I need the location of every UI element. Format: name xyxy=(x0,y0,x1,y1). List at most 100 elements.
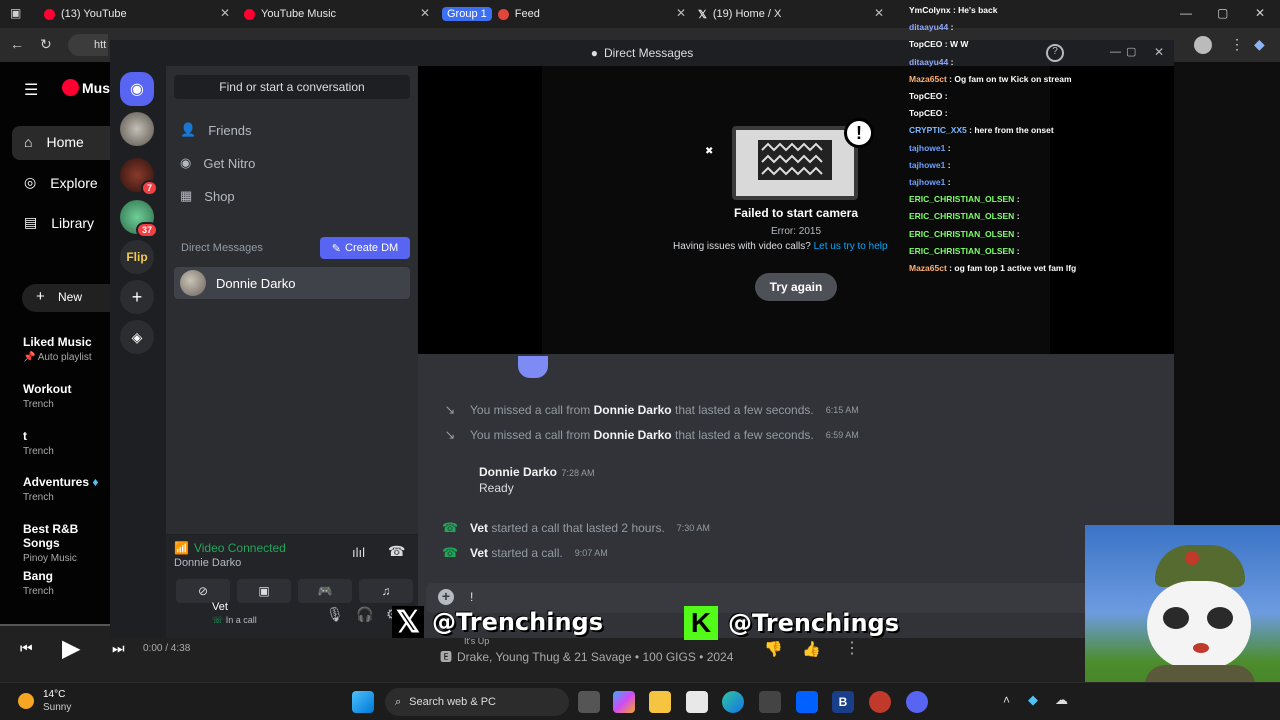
task-view-icon[interactable] xyxy=(578,691,600,713)
nav-home[interactable]: ⌂ Home xyxy=(24,134,84,150)
close-tab-icon[interactable]: ✕ xyxy=(676,6,686,20)
tab-actions-icon[interactable]: ▣ xyxy=(10,6,21,20)
app-icon[interactable] xyxy=(759,691,781,713)
server-icon[interactable]: 37 xyxy=(120,200,158,238)
windows-start-icon[interactable] xyxy=(352,691,374,713)
close-tab-icon[interactable]: ✕ xyxy=(220,6,230,20)
nav-explore[interactable]: ◎ Explore xyxy=(24,174,98,191)
taskbar-search[interactable]: ⌕ Search web & PC xyxy=(385,688,569,716)
onedrive-icon[interactable]: ☁ xyxy=(1055,692,1068,708)
previous-track-icon[interactable]: ⏮ xyxy=(20,640,33,657)
noise-suppression-icon[interactable]: ılıl xyxy=(352,545,365,560)
back-icon[interactable]: ← xyxy=(10,36,24,52)
minimize-icon[interactable]: — xyxy=(1110,46,1121,58)
close-icon[interactable]: ✕ xyxy=(1154,45,1164,59)
close-tab-icon[interactable]: ✕ xyxy=(420,6,430,20)
nav-shop[interactable]: ▦ Shop xyxy=(180,188,235,204)
weather-sun-icon[interactable] xyxy=(18,693,34,709)
discord-home-icon[interactable]: ◉ xyxy=(120,72,154,106)
reload-icon[interactable]: ↻ xyxy=(40,36,52,53)
more-options-icon[interactable]: ⋮ xyxy=(844,638,860,658)
help-icon[interactable]: ? xyxy=(1046,44,1064,62)
copilot-icon[interactable]: ◆ xyxy=(1254,36,1265,53)
chat-separator: : xyxy=(1014,228,1020,239)
app-icon[interactable] xyxy=(869,691,891,713)
browser-tab-bar: ▣ (13) YouTube ✕ YouTube Music ✕ Group 1… xyxy=(0,0,1280,28)
microphone-icon[interactable]: 🎙 xyxy=(326,606,344,623)
activity-button[interactable]: 🎮 xyxy=(298,579,352,603)
headphones-icon[interactable]: 🎧 xyxy=(356,606,373,623)
server-icon[interactable] xyxy=(120,112,154,146)
chat-username: ERIC_CHRISTIAN_OLSEN xyxy=(909,228,1015,239)
close-tab-icon[interactable]: ✕ xyxy=(874,6,884,20)
profile-avatar[interactable] xyxy=(1194,36,1212,54)
hamburger-menu-icon[interactable]: ☰ xyxy=(24,80,38,100)
tray-app-icon[interactable]: ◆ xyxy=(1028,692,1038,708)
stream-chat-line: TopCEO : xyxy=(909,91,948,101)
next-track-icon[interactable]: ⏭ xyxy=(112,640,125,657)
tray-chevron-icon[interactable]: ˄ xyxy=(1003,693,1010,707)
new-playlist-button[interactable]: + New xyxy=(22,284,122,312)
voice-status[interactable]: 📶 Video Connected xyxy=(174,541,286,555)
playlist-item[interactable]: Bang Trench xyxy=(23,569,54,597)
server-icon[interactable]: 7 xyxy=(120,158,158,196)
artist-text[interactable]: Drake, Young Thug & 21 Savage • 100 GIGS… xyxy=(457,650,733,664)
discover-icon[interactable]: ◈ xyxy=(120,320,154,354)
copilot-icon[interactable] xyxy=(613,691,635,713)
message-author[interactable]: Donnie Darko xyxy=(479,465,557,479)
help-link[interactable]: Let us try to help xyxy=(814,241,888,252)
msg-user[interactable]: Donnie Darko xyxy=(594,428,672,442)
weather-temp: 14°C xyxy=(43,689,66,700)
playlist-item[interactable]: Adventures ♦ Trench xyxy=(23,475,99,503)
dm-item-donnie-darko[interactable]: Donnie Darko xyxy=(174,267,410,299)
discord-title-bar: ● Direct Messages — ▢ ✕ ? xyxy=(110,40,1174,66)
address-field[interactable]: htt xyxy=(68,34,108,56)
camera-off-button[interactable]: ⊘ xyxy=(176,579,230,603)
create-dm-button[interactable]: ✎ Create DM xyxy=(320,237,410,259)
share-screen-button[interactable]: ▣ xyxy=(237,579,291,603)
dropbox-icon[interactable] xyxy=(796,691,818,713)
tab-group-chip[interactable]: Group 1 xyxy=(442,7,492,21)
store-icon[interactable] xyxy=(686,691,708,713)
msg-user[interactable]: Donnie Darko xyxy=(594,403,672,417)
tab-x-home[interactable]: 𝕏 (19) Home / X ✕ xyxy=(698,4,884,24)
playlist-item[interactable]: Workout Trench xyxy=(23,382,71,410)
play-icon[interactable]: ▶ xyxy=(62,634,80,663)
menu-dots-icon[interactable]: ⋮ xyxy=(1230,36,1244,53)
tab-youtube[interactable]: (13) YouTube ✕ xyxy=(44,4,230,24)
search-placeholder: Search web & PC xyxy=(409,696,496,708)
kick-logo-icon: K xyxy=(684,606,718,640)
playlist-item[interactable]: t Trench xyxy=(23,429,54,457)
close-window-icon[interactable]: ✕ xyxy=(1255,6,1265,20)
brave-b-icon[interactable]: B xyxy=(832,691,854,713)
plus-icon: + xyxy=(36,288,45,305)
try-again-button[interactable]: Try again xyxy=(755,273,837,301)
dislike-icon[interactable]: 👎 xyxy=(764,640,783,658)
playlist-item[interactable]: Liked Music 📌 Auto playlist xyxy=(23,335,92,363)
tab-youtube-music[interactable]: YouTube Music ✕ xyxy=(244,4,430,24)
playlist-title: t xyxy=(23,429,27,443)
playlist-item[interactable]: Best R&B Songs Pinoy Music xyxy=(23,522,110,564)
msg-user[interactable]: Vet xyxy=(470,521,488,535)
msg-user[interactable]: Vet xyxy=(470,546,488,560)
maximize-icon[interactable]: ▢ xyxy=(1126,45,1136,58)
edge-icon[interactable] xyxy=(722,691,744,713)
minimize-icon[interactable]: — xyxy=(1180,6,1192,20)
soundboard-button[interactable]: ♫ xyxy=(359,579,413,603)
nav-friends[interactable]: 👤 Friends xyxy=(180,122,252,138)
nav-nitro[interactable]: ◉ Get Nitro xyxy=(180,155,255,171)
tab-feed[interactable]: Group 1 Feed ✕ xyxy=(442,4,686,24)
add-server-icon[interactable]: + xyxy=(120,280,154,314)
file-explorer-icon[interactable] xyxy=(649,691,671,713)
discord-taskbar-icon[interactable] xyxy=(906,691,928,713)
ytm-logo[interactable]: Mus xyxy=(62,79,110,96)
kick-handle-overlay: K @Trenchings xyxy=(684,606,899,640)
maximize-icon[interactable]: ▢ xyxy=(1217,6,1228,20)
search-input[interactable]: Find or start a conversation xyxy=(174,75,410,99)
nav-library[interactable]: ▤ Library xyxy=(24,214,94,231)
disconnect-icon[interactable]: ☎ xyxy=(388,543,405,560)
server-flip-icon[interactable]: Flip xyxy=(120,240,154,274)
stream-chat-line: YmColynx : He's back xyxy=(909,5,998,15)
like-icon[interactable]: 👍 xyxy=(802,640,821,658)
attach-plus-icon[interactable]: + xyxy=(438,589,454,605)
